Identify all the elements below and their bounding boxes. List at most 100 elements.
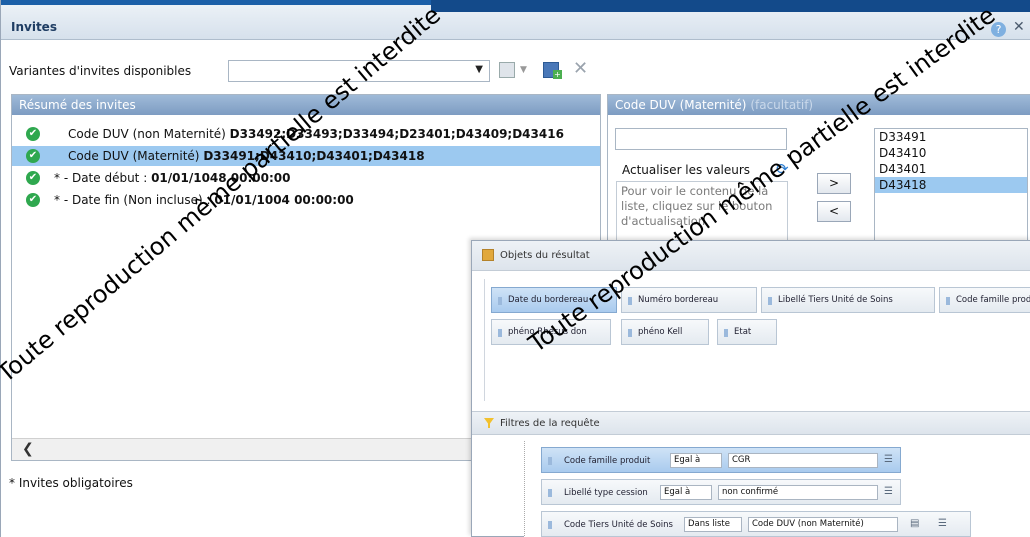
result-objects-title: Objets du résultat (500, 250, 590, 261)
optional-label: (facultatif) (750, 98, 814, 112)
filter-value-input[interactable]: Code DUV (non Maternité) (748, 517, 898, 532)
variants-label: Variantes d'invites disponibles (9, 64, 192, 78)
filter-row[interactable]: Code Tiers Unité de Soins Dans liste Cod… (541, 511, 971, 537)
variants-dropdown[interactable]: ▼ (228, 60, 490, 82)
summary-header: Résumé des invites (12, 95, 600, 115)
filter-options-icon[interactable]: ☰ (938, 518, 947, 529)
result-object-label: Code famille produit (956, 295, 1030, 305)
prompt-text: * - Date fin (Non incluse) : 01/01/1004 … (54, 193, 354, 207)
filter-operator-select[interactable]: Egal à (660, 485, 712, 500)
result-object[interactable]: Date du bordereau (491, 287, 617, 313)
prompt-text: Code DUV (non Maternité) D33492;D33493;D… (68, 127, 564, 141)
prompt-icon[interactable]: ▤ (910, 518, 919, 529)
prompt-value: D33491;D43410;D43401;D43418 (203, 149, 425, 163)
result-objects-area: Date du bordereau Numéro bordereau Libel… (484, 279, 1030, 401)
invites-dialog: Invites ? ✕ Variantes d'invites disponib… (0, 0, 1030, 537)
query-panel: Objets du résultat Date du bordereau Num… (471, 240, 1030, 537)
search-input[interactable] (615, 128, 787, 150)
refresh-values-label[interactable]: Actualiser les valeurs (622, 163, 750, 177)
prompt-text: * - Date début : 01/01/1048 00:00:00 (54, 171, 291, 185)
result-objects-icon (482, 249, 494, 261)
help-icon[interactable]: ? (991, 22, 1006, 37)
result-object-label: Etat (734, 327, 752, 337)
dimension-icon (498, 329, 502, 337)
dimension-icon (628, 297, 632, 305)
result-object-label: Date du bordereau (508, 295, 589, 305)
dimension-icon (548, 489, 552, 497)
check-icon: ✔ (26, 127, 40, 141)
query-filters-title: Filtres de la requête (500, 418, 600, 429)
prompt-row-duv-maternite[interactable]: ✔ Code DUV (Maternité) D33491;D43410;D43… (12, 146, 600, 166)
dimension-icon (768, 297, 772, 305)
check-icon: ✔ (26, 171, 40, 185)
prompt-row-duv-non-maternite[interactable]: ✔ Code DUV (non Maternité) D33492;D33493… (12, 124, 600, 144)
result-object-label: phéno Rhésus don (508, 327, 587, 337)
prompt-values-title: Code DUV (Maternité) (615, 98, 751, 112)
result-object[interactable]: phéno Kell (621, 319, 709, 345)
prompt-text: Code DUV (Maternité) D33491;D43410;D4340… (68, 149, 425, 163)
result-object[interactable]: Code famille produit (939, 287, 1030, 313)
close-icon[interactable]: ✕ (1013, 19, 1025, 35)
filter-operator-select[interactable]: Dans liste (684, 517, 742, 532)
prompt-label: Code DUV (non Maternité) (68, 127, 230, 141)
result-object-label: phéno Kell (638, 327, 683, 337)
save-icon[interactable] (499, 62, 515, 78)
scroll-left-icon[interactable]: ❮ (22, 441, 34, 457)
filter-value-input[interactable]: non confirmé (718, 485, 878, 500)
filter-options-icon[interactable]: ☰ (884, 454, 893, 465)
prompt-values-header: Code DUV (Maternité) (facultatif) (608, 95, 1030, 115)
dimension-icon (946, 297, 950, 305)
result-object[interactable]: Numéro bordereau (621, 287, 757, 313)
filter-options-icon[interactable]: ☰ (884, 486, 893, 497)
prompt-row-date-fin[interactable]: ✔ * - Date fin (Non incluse) : 01/01/100… (12, 190, 600, 210)
result-object[interactable]: phéno Rhésus don (491, 319, 611, 345)
available-values-list: Pour voir le contenu de la liste, clique… (616, 181, 788, 241)
dialog-title: Invites (11, 20, 57, 34)
save-dropdown-icon[interactable]: ▼ (520, 65, 527, 75)
prompt-label: * - Date début : (54, 171, 152, 185)
prompt-label: Code DUV (Maternité) (68, 149, 204, 163)
query-filters-area: Code famille produit Egal à CGR ☰ Libell… (524, 441, 1030, 537)
filter-row[interactable]: Code famille produit Egal à CGR ☰ (541, 447, 901, 473)
result-object[interactable]: Libellé Tiers Unité de Soins (761, 287, 935, 313)
result-objects-header: Objets du résultat (472, 241, 1030, 271)
mandatory-note: * Invites obligatoires (9, 476, 133, 490)
prompt-label: * - Date fin (Non incluse) : (54, 193, 215, 207)
prompt-value: 01/01/1004 00:00:00 (214, 193, 354, 207)
prompt-values-panel: Code DUV (Maternité) (facultatif) Actual… (607, 94, 1030, 255)
list-item[interactable]: D43410 (875, 145, 1027, 161)
title-bar: Invites ? ✕ (1, 0, 1030, 40)
filter-name: Libellé type cession (564, 488, 648, 498)
background-strip-dark (431, 0, 1030, 12)
list-item[interactable]: D43401 (875, 161, 1027, 177)
result-object[interactable]: Etat (717, 319, 777, 345)
dimension-icon (548, 457, 552, 465)
filter-row[interactable]: Libellé type cession Egal à non confirmé… (541, 479, 901, 505)
list-item[interactable]: D33491 (875, 129, 1027, 145)
list-item[interactable]: D43418 (875, 177, 1027, 193)
dimension-icon (548, 521, 552, 529)
check-icon: ✔ (26, 149, 40, 163)
remove-value-button[interactable]: < (817, 201, 851, 222)
filter-operator-select[interactable]: Egal à (670, 453, 722, 468)
refresh-icon[interactable]: ⟳ (776, 160, 789, 178)
add-value-button[interactable]: > (817, 173, 851, 194)
selected-values-list[interactable]: D33491 D43410 D43401 D43418 (874, 128, 1028, 255)
prompt-row-date-debut[interactable]: ✔ * - Date début : 01/01/1048 00:00:00 (12, 168, 600, 188)
delete-icon[interactable]: ✕ (573, 58, 588, 79)
result-object-label: Libellé Tiers Unité de Soins (778, 295, 893, 305)
prompt-value: 01/01/1048 00:00:00 (151, 171, 291, 185)
dimension-icon (498, 297, 502, 305)
result-object-label: Numéro bordereau (638, 295, 719, 305)
dimension-icon (628, 329, 632, 337)
filter-name: Code Tiers Unité de Soins (564, 520, 673, 530)
prompt-value: D33492;D33493;D33494;D23401;D43409;D4341… (229, 127, 564, 141)
filter-icon (484, 418, 494, 428)
chevron-down-icon[interactable]: ▼ (475, 64, 483, 75)
check-icon: ✔ (26, 193, 40, 207)
filter-value-input[interactable]: CGR (728, 453, 878, 468)
dimension-icon (724, 329, 728, 337)
plus-icon: + (553, 70, 562, 79)
filter-name: Code famille produit (564, 456, 651, 466)
query-filters-header: Filtres de la requête (472, 411, 1030, 435)
